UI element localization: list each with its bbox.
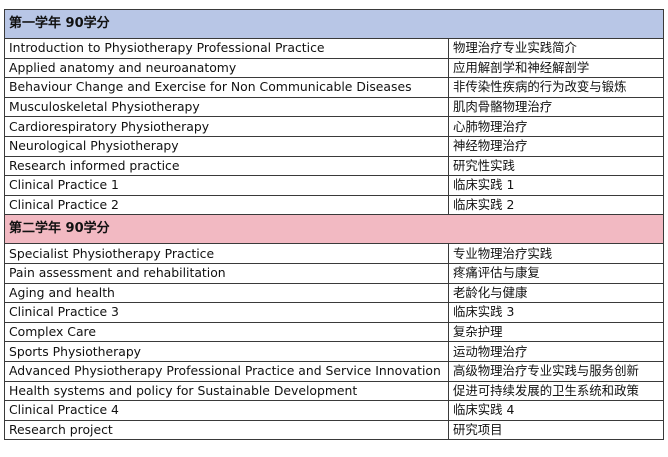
course-name-en: Research project	[4, 419, 449, 441]
course-name-zh: 运动物理治疗	[448, 341, 664, 362]
course-name-zh: 临床实践 3	[448, 302, 664, 323]
course-name-zh: 临床实践 2	[448, 194, 664, 216]
course-name-en: Advanced Physiotherapy Professional Prac…	[4, 360, 449, 382]
course-name-zh: 高级物理治疗专业实践与服务创新	[448, 360, 664, 382]
course-name-zh: 复杂护理	[448, 321, 664, 343]
table-row: Sports Physiotherapy 运动物理治疗	[4, 341, 664, 362]
table-row: Neurological Physiotherapy 神经物理治疗	[4, 135, 664, 157]
table-row: Research informed practice 研究性实践	[4, 155, 664, 177]
course-document: 第一学年 90学分 Introduction to Physiotherapy …	[0, 0, 668, 457]
course-name-zh: 临床实践 1	[448, 175, 664, 196]
course-name-zh: 专业物理治疗实践	[448, 243, 664, 264]
table-row: Clinical Practice 1 临床实践 1	[4, 175, 664, 196]
year1-title: 第一学年 90学分	[4, 9, 664, 39]
table-row: Health systems and policy for Sustainabl…	[4, 380, 664, 402]
table-row: Pain assessment and rehabilitation 疼痛评估与…	[4, 262, 664, 284]
table-row: Cardiorespiratory Physiotherapy 心肺物理治疗	[4, 116, 664, 137]
course-name-zh: 促进可持续发展的卫生系统和政策	[448, 380, 664, 402]
course-name-zh: 心肺物理治疗	[448, 116, 664, 137]
table-row: Clinical Practice 3 临床实践 3	[4, 302, 664, 323]
table-row: Clinical Practice 2 临床实践 2	[4, 194, 664, 216]
table-row: Musculoskeletal Physiotherapy 肌肉骨骼物理治疗	[4, 96, 664, 118]
course-name-en: Aging and health	[4, 282, 449, 304]
course-name-en: Musculoskeletal Physiotherapy	[4, 96, 449, 118]
table-row: Introduction to Physiotherapy Profession…	[4, 38, 664, 59]
course-name-en: Research informed practice	[4, 155, 449, 177]
course-name-en: Introduction to Physiotherapy Profession…	[4, 38, 449, 59]
course-name-zh: 肌肉骨骼物理治疗	[448, 96, 664, 118]
table-row: Advanced Physiotherapy Professional Prac…	[4, 360, 664, 382]
course-name-zh: 物理治疗专业实践简介	[448, 38, 664, 59]
table-row: Complex Care 复杂护理	[4, 321, 664, 343]
course-name-en: Cardiorespiratory Physiotherapy	[4, 116, 449, 137]
year2-header-row: 第二学年 90学分	[4, 214, 664, 245]
course-name-zh: 临床实践 4	[448, 400, 664, 421]
course-name-en: Applied anatomy and neuroanatomy	[4, 57, 449, 79]
course-name-en: Pain assessment and rehabilitation	[4, 262, 449, 284]
table-row: Specialist Physiotherapy Practice 专业物理治疗…	[4, 243, 664, 264]
course-name-en: Clinical Practice 2	[4, 194, 449, 216]
year1-header-row: 第一学年 90学分	[4, 9, 664, 39]
course-name-zh: 疼痛评估与康复	[448, 262, 664, 284]
table-row: Aging and health 老龄化与健康	[4, 282, 664, 304]
course-name-zh: 研究性实践	[448, 155, 664, 177]
table-row: Behaviour Change and Exercise for Non Co…	[4, 77, 664, 98]
table-row: Applied anatomy and neuroanatomy 应用解剖学和神…	[4, 57, 664, 79]
table-row: Clinical Practice 4 临床实践 4	[4, 400, 664, 421]
cropped-heading-fragment	[6, 0, 86, 4]
course-name-en: Clinical Practice 4	[4, 400, 449, 421]
course-name-en: Health systems and policy for Sustainabl…	[4, 380, 449, 402]
table-row: Research project 研究项目	[4, 419, 664, 441]
course-name-en: Clinical Practice 1	[4, 175, 449, 196]
course-name-en: Complex Care	[4, 321, 449, 343]
course-name-zh: 老龄化与健康	[448, 282, 664, 304]
course-table: 第一学年 90学分 Introduction to Physiotherapy …	[4, 9, 664, 441]
course-name-en: Neurological Physiotherapy	[4, 135, 449, 157]
course-name-en: Clinical Practice 3	[4, 302, 449, 323]
year2-title: 第二学年 90学分	[4, 214, 664, 245]
course-name-zh: 研究项目	[448, 419, 664, 441]
course-name-en: Specialist Physiotherapy Practice	[4, 243, 449, 264]
course-name-en: Behaviour Change and Exercise for Non Co…	[4, 77, 449, 98]
course-name-zh: 非传染性疾病的行为改变与锻炼	[448, 77, 664, 98]
course-name-zh: 应用解剖学和神经解剖学	[448, 57, 664, 79]
course-name-en: Sports Physiotherapy	[4, 341, 449, 362]
course-name-zh: 神经物理治疗	[448, 135, 664, 157]
